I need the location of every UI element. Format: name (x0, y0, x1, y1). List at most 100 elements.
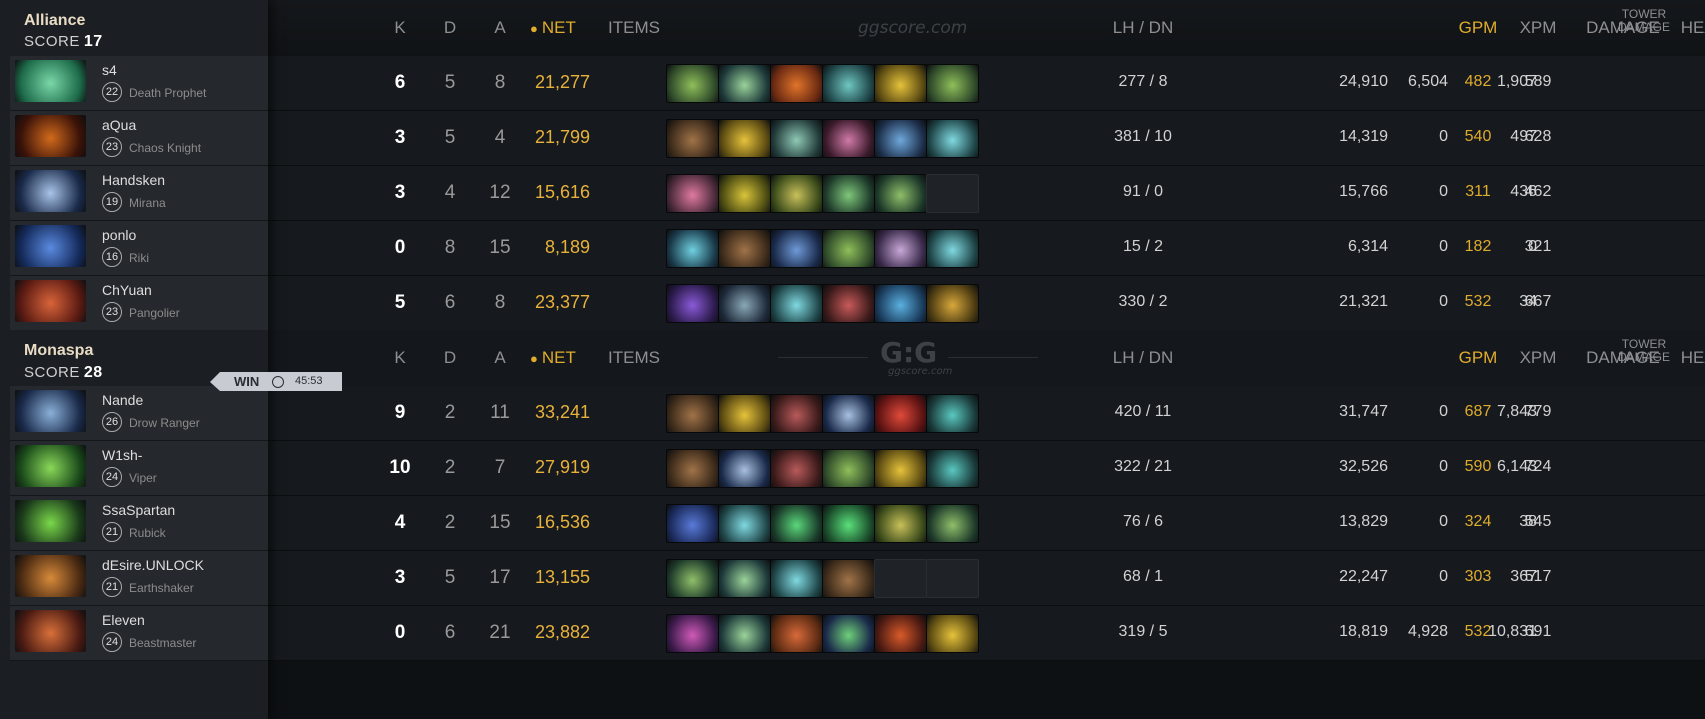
item-icon[interactable] (718, 504, 771, 543)
item-icon[interactable] (718, 394, 771, 433)
item-icon[interactable] (770, 284, 823, 323)
item-icon[interactable] (926, 504, 979, 543)
tower-damage: 436 (1510, 183, 1537, 200)
last-hits-denies: 68 / 1 (1122, 568, 1164, 585)
damage: 22,247 (1339, 568, 1388, 585)
item-icon[interactable] (666, 284, 719, 323)
item-icon[interactable] (666, 119, 719, 158)
item-icon[interactable] (874, 284, 927, 323)
item-icon[interactable] (822, 394, 875, 433)
player-card[interactable]: s4 22 Death Prophet (10, 56, 268, 111)
deaths: 2 (444, 457, 456, 478)
gold-coins-icon: ● (530, 351, 538, 366)
net-worth: 23,377 (534, 292, 590, 312)
player-card[interactable]: ChYuan 23 Pangolier (10, 276, 268, 331)
hero-level: 21 (102, 522, 122, 542)
empty-item-slot[interactable] (874, 559, 927, 598)
item-icon[interactable] (718, 284, 771, 323)
last-hits-denies: 322 / 21 (1114, 458, 1172, 475)
item-icon[interactable] (926, 284, 979, 323)
player-card[interactable]: Handsken 19 Mirana (10, 166, 268, 221)
last-hits-denies: 381 / 10 (1114, 128, 1172, 145)
item-icon[interactable] (926, 614, 979, 653)
header-tower-damage: TOWER DAMAGE (1604, 8, 1684, 34)
hero-level: 23 (102, 137, 122, 157)
item-icon[interactable] (822, 229, 875, 268)
player-card[interactable]: Eleven 24 Beastmaster (10, 606, 268, 661)
item-icon[interactable] (874, 394, 927, 433)
item-icon[interactable] (666, 504, 719, 543)
hero-level: 24 (102, 467, 122, 487)
header-last-hits-denies: LH / DN (1112, 348, 1174, 367)
item-icon[interactable] (926, 64, 979, 103)
player-card[interactable]: W1sh- 24 Viper (10, 441, 268, 496)
player-card[interactable]: SsaSpartan 21 Rubick (10, 496, 268, 551)
item-icon[interactable] (770, 559, 823, 598)
item-icon[interactable] (770, 174, 823, 213)
item-icon[interactable] (718, 559, 771, 598)
item-icon[interactable] (718, 119, 771, 158)
empty-item-slot[interactable] (926, 174, 979, 213)
item-icon[interactable] (926, 119, 979, 158)
item-icon[interactable] (718, 614, 771, 653)
item-icon[interactable] (874, 504, 927, 543)
item-icon[interactable] (822, 504, 875, 543)
item-icon[interactable] (822, 449, 875, 488)
item-icon[interactable] (718, 174, 771, 213)
player-card[interactable]: aQua 23 Chaos Knight (10, 111, 268, 166)
deaths: 5 (444, 127, 456, 148)
item-icon[interactable] (822, 119, 875, 158)
item-icon[interactable] (770, 229, 823, 268)
item-icon[interactable] (822, 174, 875, 213)
kills: 3 (394, 182, 406, 203)
badge-arrow (210, 372, 220, 391)
item-icon[interactable] (666, 229, 719, 268)
player-stats-row: 5 6 8 23,377 330 / 2 532 667 21,321 0 34 (268, 276, 1705, 331)
item-icon[interactable] (718, 64, 771, 103)
item-icon[interactable] (718, 229, 771, 268)
header-assists: A (494, 348, 506, 367)
kills: 3 (394, 127, 406, 148)
item-icon[interactable] (770, 504, 823, 543)
tower-damage: 6,143 (1496, 458, 1537, 475)
hero-name: Drow Ranger (129, 416, 200, 430)
item-icon[interactable] (666, 614, 719, 653)
deaths: 4 (444, 182, 456, 203)
item-icon[interactable] (770, 614, 823, 653)
hero-level: 24 (102, 632, 122, 652)
player-card[interactable]: dEsire.UNLOCK 21 Earthshaker (10, 551, 268, 606)
item-icon[interactable] (666, 64, 719, 103)
item-icon[interactable] (666, 174, 719, 213)
item-icon[interactable] (926, 394, 979, 433)
hero-level: 19 (102, 192, 122, 212)
item-icon[interactable] (926, 449, 979, 488)
heal: 0 (1439, 128, 1448, 145)
item-icon[interactable] (926, 229, 979, 268)
item-icon[interactable] (770, 394, 823, 433)
item-icon[interactable] (822, 559, 875, 598)
item-icon[interactable] (822, 284, 875, 323)
item-icon[interactable] (770, 64, 823, 103)
item-icon[interactable] (874, 229, 927, 268)
item-icon[interactable] (874, 174, 927, 213)
empty-item-slot[interactable] (926, 559, 979, 598)
item-icon[interactable] (874, 64, 927, 103)
item-icon[interactable] (822, 64, 875, 103)
item-icon[interactable] (666, 394, 719, 433)
item-icon[interactable] (770, 449, 823, 488)
item-icon[interactable] (874, 119, 927, 158)
item-icon[interactable] (822, 614, 875, 653)
player-name: ChYuan (102, 282, 152, 298)
item-icon[interactable] (770, 119, 823, 158)
item-icon[interactable] (874, 614, 927, 653)
net-worth: 15,616 (534, 182, 590, 202)
item-icon[interactable] (666, 449, 719, 488)
player-card[interactable]: Nande 26 Drow Ranger (10, 386, 268, 441)
tower-damage: 34 (1519, 293, 1537, 310)
item-icon[interactable] (874, 449, 927, 488)
hero-avatar (15, 170, 86, 212)
hero-name: Pangolier (129, 306, 180, 320)
item-icon[interactable] (718, 449, 771, 488)
item-icon[interactable] (666, 559, 719, 598)
player-card[interactable]: ponlo 16 Riki (10, 221, 268, 276)
